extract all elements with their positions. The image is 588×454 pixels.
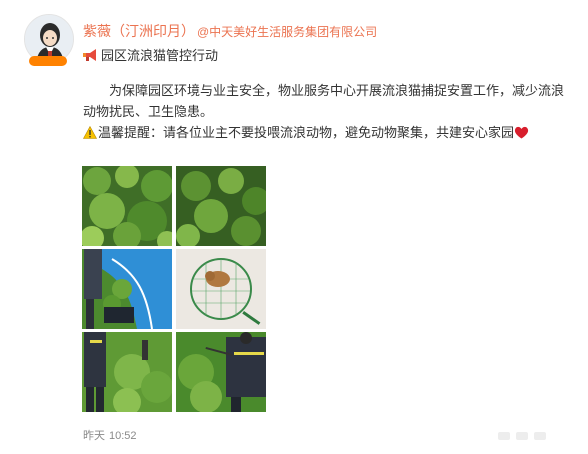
post-title-text: 园区流浪猫管控行动 bbox=[101, 48, 219, 63]
heart-icon bbox=[514, 126, 529, 139]
warning-icon bbox=[83, 126, 97, 139]
warning-text: 温馨提醒：请各位业主不要投喂流浪动物，避免动物聚集，共建安心家园 bbox=[98, 125, 515, 140]
photo-shrubs-2[interactable] bbox=[176, 166, 266, 246]
action-placeholder-2[interactable] bbox=[516, 432, 528, 440]
action-placeholder-3[interactable] bbox=[534, 432, 546, 440]
photo-worker-hedge[interactable] bbox=[82, 332, 172, 412]
post-date: 昨天 bbox=[83, 430, 105, 442]
post-body: 为保障园区环境与业主安全，物业服务中心开展流浪猫捕捉安置工作，减少流浪动物扰民、… bbox=[83, 80, 573, 143]
org-mention-link[interactable]: @中天美好生活服务集团有限公司 bbox=[197, 25, 377, 39]
author-name[interactable]: 紫薇（汀洲印月） bbox=[83, 23, 195, 39]
photo-worker-net[interactable] bbox=[176, 332, 266, 412]
megaphone-icon bbox=[83, 48, 96, 61]
avatar[interactable] bbox=[24, 14, 74, 66]
post-timestamp[interactable]: 昨天 10:52 bbox=[83, 427, 137, 443]
image-grid bbox=[82, 166, 266, 412]
post-title: 园区流浪猫管控行动 bbox=[83, 45, 218, 64]
photo-shrubs-1[interactable] bbox=[82, 166, 172, 246]
post-paragraph: 为保障园区环境与业主安全，物业服务中心开展流浪猫捕捉安置工作，减少流浪动物扰民、… bbox=[83, 83, 565, 119]
photo-cat-in-net[interactable] bbox=[176, 249, 266, 329]
post-time: 10:52 bbox=[109, 430, 137, 442]
post-actions bbox=[498, 432, 558, 442]
photo-worker-blue-path[interactable] bbox=[82, 249, 172, 329]
action-placeholder-1[interactable] bbox=[498, 432, 510, 440]
post-header: 紫薇（汀洲印月） @中天美好生活服务集团有限公司 bbox=[83, 21, 377, 41]
warning-paragraph: 温馨提醒：请各位业主不要投喂流浪动物，避免动物聚集，共建安心家园 bbox=[83, 122, 573, 143]
avatar-badge bbox=[29, 56, 67, 66]
